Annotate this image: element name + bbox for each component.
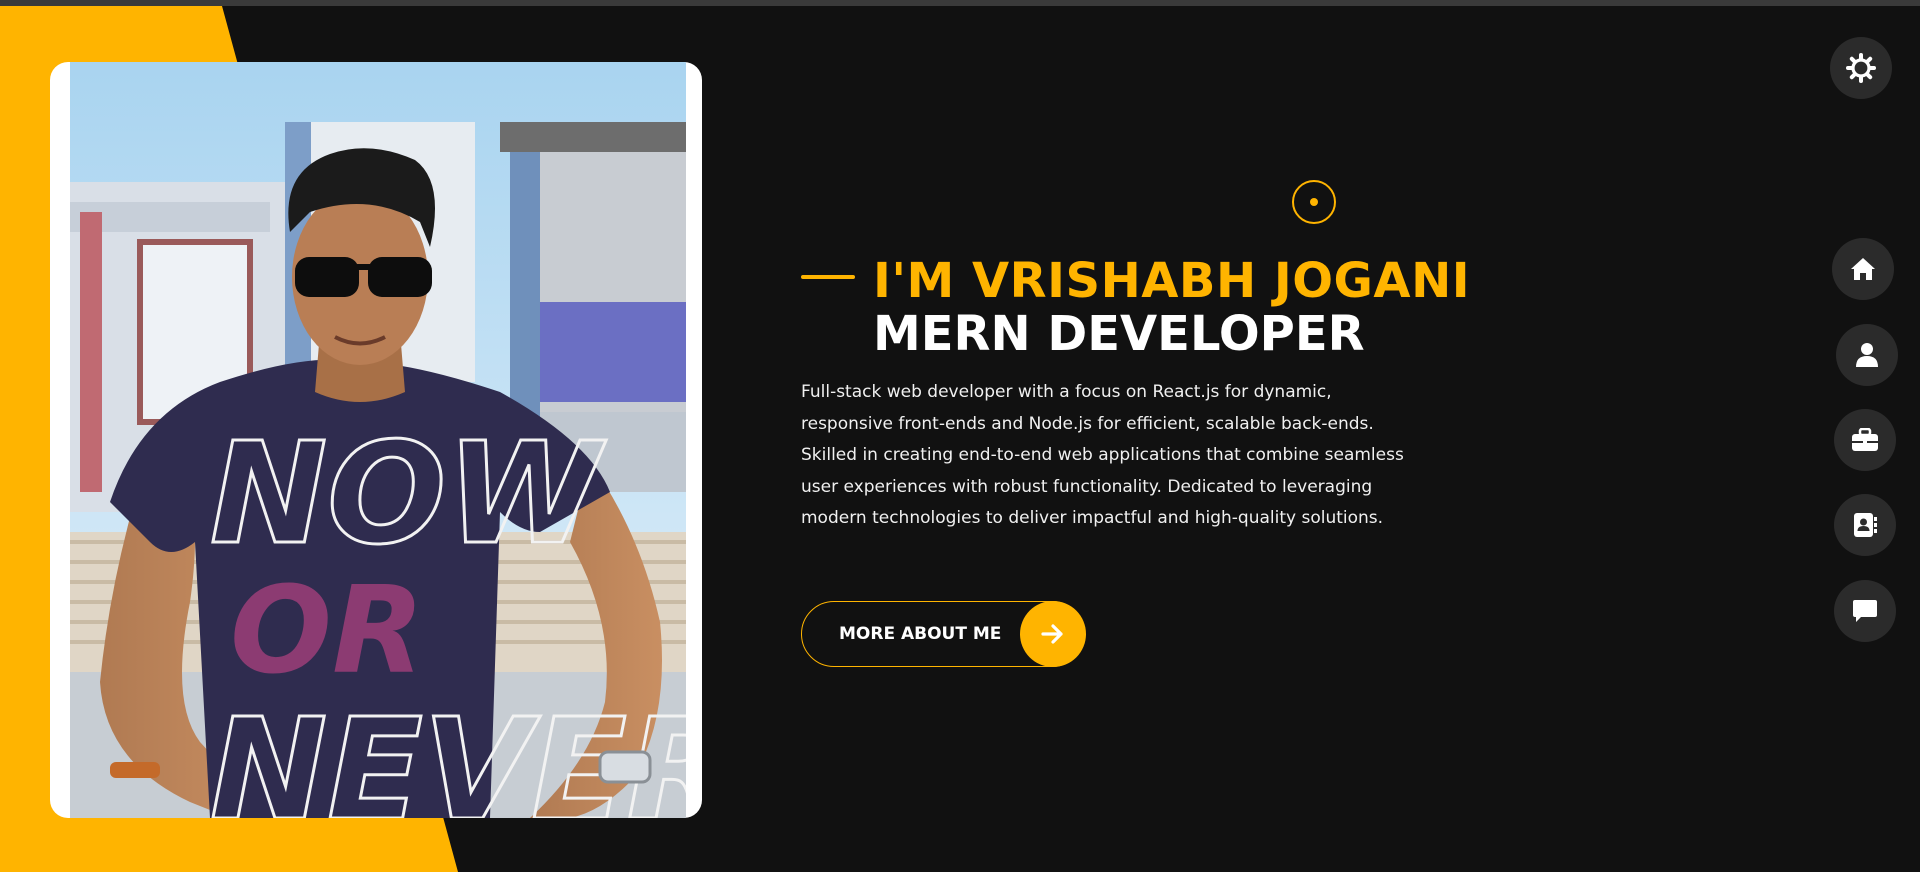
decorative-ring	[1292, 180, 1336, 224]
theme-toggle-button[interactable]	[1830, 37, 1892, 99]
arrow-right-icon	[1019, 600, 1086, 667]
contact-book-icon	[1854, 513, 1877, 537]
decorative-dot	[1310, 198, 1318, 206]
hero-bio: Full-stack web developer with a focus on…	[801, 382, 1404, 528]
nav-item-about[interactable]	[1836, 324, 1898, 386]
hero-role-heading: MERN DEVELOPER	[873, 306, 1365, 362]
nav-item-home[interactable]	[1832, 238, 1894, 300]
nav-item-contact[interactable]	[1834, 494, 1896, 556]
briefcase-icon	[1852, 428, 1878, 451]
profile-photo-card: NOW OR NEVER	[50, 62, 702, 818]
portfolio-home-page: NOW OR NEVER I'M VRISHABH JOGANI MERN DE…	[0, 0, 1920, 872]
more-about-me-button[interactable]: MORE ABOUT ME	[801, 600, 1086, 667]
profile-photo: NOW OR NEVER	[70, 62, 686, 818]
top-strip	[0, 0, 1920, 6]
chat-icon	[1853, 600, 1877, 622]
user-icon	[1856, 343, 1878, 367]
nav-item-blog[interactable]	[1834, 580, 1896, 642]
shirt-text-1: NOW	[210, 413, 607, 576]
home-icon	[1851, 258, 1875, 280]
more-about-me-label: MORE ABOUT ME	[839, 624, 1002, 644]
accent-line	[801, 275, 855, 279]
gear-icon	[1846, 53, 1876, 83]
shirt-text-2: OR	[230, 562, 424, 701]
nav-item-portfolio[interactable]	[1834, 409, 1896, 471]
